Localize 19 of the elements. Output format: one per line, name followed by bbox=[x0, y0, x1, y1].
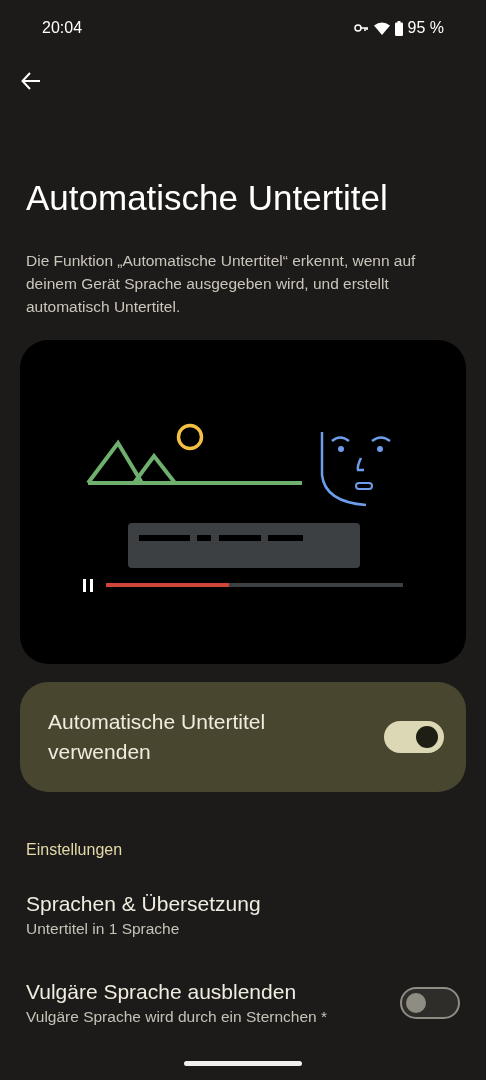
main-switch-card[interactable]: Automatische Untertitel verwenden bbox=[20, 682, 466, 792]
section-header: Einstellungen bbox=[25, 840, 124, 860]
item-title: Vulgäre Sprache ausblenden bbox=[26, 979, 298, 1005]
item-title: Sprachen & Übersetzung bbox=[26, 891, 261, 917]
settings-item[interactable]: Vulgäre Sprache ausblenden Vulgäre Sprache wird durch ein Sternchen * bbox=[0, 978, 486, 1028]
back-button[interactable] bbox=[20, 70, 42, 92]
battery-icon bbox=[394, 20, 403, 36]
back-arrow-icon bbox=[21, 72, 41, 90]
item-subtitle: Vulgäre Sprache wird durch ein Sternchen * bbox=[26, 1007, 327, 1027]
settings-item[interactable]: Sprachen & Übersetzung Untertitel in 1 Sprache bbox=[0, 890, 486, 940]
item-subtitle: Untertitel in 1 Sprache bbox=[26, 919, 181, 939]
status-time: 20:04 bbox=[42, 18, 83, 38]
key-icon bbox=[353, 23, 369, 33]
description: Die Funktion „Automatische Untertitel“ erkennt, wenn auf deinem Gerät Sprache ausgegeben wird, und erstellt automatisch Untertitel. bbox=[25, 251, 417, 317]
toggle-switch[interactable] bbox=[400, 987, 460, 1019]
battery-percent: 95 % bbox=[407, 18, 444, 38]
main-switch-label: Automatische Untertitel verwenden bbox=[48, 709, 267, 765]
page-title: Automatische Untertitel bbox=[25, 177, 389, 219]
wifi-icon bbox=[373, 21, 390, 35]
